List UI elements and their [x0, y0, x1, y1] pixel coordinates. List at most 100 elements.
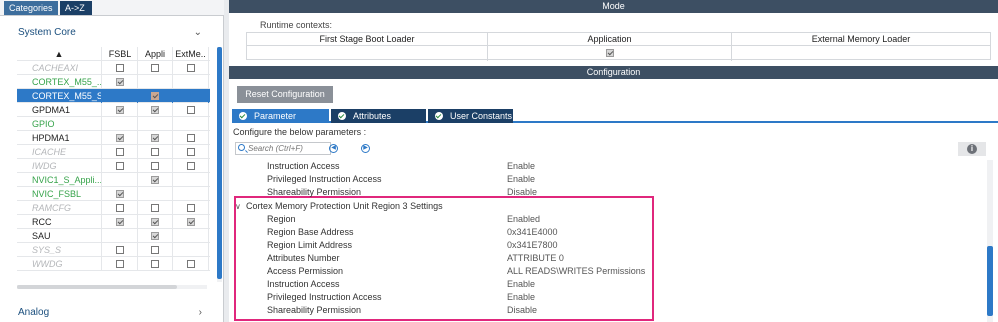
context-checkbox-appli[interactable] [151, 92, 159, 100]
context-checkbox-ext[interactable] [187, 148, 195, 156]
tab-attributes-settings[interactable]: Attributes Settings [331, 109, 426, 135]
context-checkbox-appli[interactable] [151, 162, 159, 170]
context-checkbox-ext[interactable] [187, 260, 195, 268]
search-next-button[interactable]: ▶ [361, 144, 370, 153]
peripheral-name[interactable]: ICACHE [17, 145, 102, 159]
peripheral-name[interactable]: CORTEX_M55_S [17, 89, 102, 103]
section-analog[interactable]: Analog › [0, 302, 224, 322]
context-checkbox-appli[interactable] [151, 106, 159, 114]
context-checkbox-appli[interactable] [151, 204, 159, 212]
table-row[interactable]: HPDMA1 [17, 131, 210, 145]
parameter-row[interactable]: Access Permission ALL READS\WRITES Permis… [229, 265, 984, 278]
table-row[interactable]: NVIC1_S_Appli... [17, 173, 210, 187]
context-checkbox-fsbl[interactable] [116, 64, 124, 72]
context-checkbox-ext[interactable] [187, 64, 195, 72]
peripheral-name[interactable]: HPDMA1 [17, 131, 102, 145]
parameter-value[interactable]: Enable [507, 291, 535, 304]
context-checkbox-fsbl[interactable] [116, 204, 124, 212]
scrollbar-thumb[interactable] [987, 246, 993, 316]
peripheral-name[interactable]: CORTEX_M55_.. [17, 75, 102, 89]
table-row[interactable]: IWDG [17, 159, 210, 173]
parameter-row[interactable]: Attributes Number ATTRIBUTE 0 [229, 252, 984, 265]
parameter-row[interactable]: Instruction Access Enable [229, 160, 984, 173]
context-checkbox-appli[interactable] [151, 218, 159, 226]
context-checkbox-ext[interactable] [187, 204, 195, 212]
tab-user-constants[interactable]: User Constants [428, 109, 513, 123]
horizontal-scrollbar[interactable] [17, 285, 207, 289]
context-checkbox-appli[interactable] [151, 246, 159, 254]
parameter-value[interactable]: Disable [507, 304, 537, 317]
context-checkbox-fsbl[interactable] [116, 106, 124, 114]
parameter-row[interactable]: Region Enabled [229, 213, 984, 226]
tab-a-to-z[interactable]: A->Z [60, 1, 92, 15]
table-row[interactable]: GPIO [17, 117, 210, 131]
context-checkbox-fsbl[interactable] [116, 190, 124, 198]
parameter-value[interactable]: ALL READS\WRITES Permissions [507, 265, 645, 278]
table-row[interactable]: NVIC_FSBL [17, 187, 210, 201]
peripheral-name[interactable]: GPIO [17, 117, 102, 131]
section-system-core[interactable]: System Core ⌄ [0, 22, 224, 44]
peripheral-name[interactable]: GPDMA1 [17, 103, 102, 117]
peripheral-name[interactable]: NVIC_FSBL [17, 187, 102, 201]
context-checkbox-ext[interactable] [187, 162, 195, 170]
peripheral-name[interactable]: SAU [17, 229, 102, 243]
parameter-scrollbar[interactable] [987, 160, 993, 322]
info-button[interactable]: i [958, 142, 986, 156]
context-checkbox-appli[interactable] [151, 176, 159, 184]
context-checkbox-fsbl[interactable] [116, 134, 124, 142]
parameter-value[interactable]: Enable [507, 160, 535, 173]
parameter-row[interactable]: Shareability Permission Disable [229, 186, 984, 199]
peripheral-name[interactable]: IWDG [17, 159, 102, 173]
table-row[interactable]: GPDMA1 [17, 103, 210, 117]
search-field[interactable] [235, 142, 331, 155]
context-checkbox-fsbl[interactable] [116, 148, 124, 156]
context-checkbox-ext[interactable] [187, 218, 195, 226]
parameter-value[interactable]: Enable [507, 278, 535, 291]
parameter-value[interactable]: ATTRIBUTE 0 [507, 252, 564, 265]
parameter-value[interactable]: Disable [507, 186, 537, 199]
context-checkbox-fsbl[interactable] [116, 260, 124, 268]
sort-icon[interactable]: ▲ [17, 47, 102, 61]
parameter-row[interactable]: Region Limit Address 0x341E7800 [229, 239, 984, 252]
table-row[interactable]: ICACHE [17, 145, 210, 159]
context-checkbox-appli[interactable] [151, 260, 159, 268]
search-input[interactable] [248, 143, 328, 154]
table-row[interactable]: SAU [17, 229, 210, 243]
parameter-row[interactable]: Shareability Permission Disable [229, 304, 984, 317]
table-row[interactable]: CACHEAXI [17, 61, 210, 75]
scrollbar-thumb[interactable] [217, 47, 222, 279]
reset-configuration-button[interactable]: Reset Configuration [237, 86, 333, 103]
chevron-down-icon[interactable]: ⌄ [194, 22, 202, 44]
parameter-value[interactable]: 0x341E4000 [507, 226, 558, 239]
context-checkbox-ext[interactable] [187, 134, 195, 142]
parameter-value[interactable]: 0x341E7800 [507, 239, 558, 252]
context-checkbox-ext[interactable] [187, 106, 195, 114]
search-previous-button[interactable]: ◀ [329, 144, 338, 153]
context-checkbox-fsbl[interactable] [116, 162, 124, 170]
context-checkbox-fsbl[interactable] [116, 218, 124, 226]
tab-parameter-settings[interactable]: Parameter Settings [232, 109, 329, 135]
context-application-checkbox[interactable] [605, 49, 614, 57]
parameter-row[interactable]: Privileged Instruction Access Enable [229, 173, 984, 186]
context-checkbox-appli[interactable] [151, 232, 159, 240]
peripheral-name[interactable]: WWDG [17, 257, 102, 271]
table-row[interactable]: WWDG [17, 257, 210, 271]
context-checkbox-appli[interactable] [151, 134, 159, 142]
table-row[interactable]: CORTEX_M55_S [17, 89, 210, 103]
scrollbar-thumb[interactable] [17, 285, 177, 289]
parameter-row[interactable]: Instruction Access Enable [229, 278, 984, 291]
chevron-right-icon[interactable]: › [199, 302, 202, 322]
vertical-scrollbar[interactable] [217, 47, 222, 282]
peripheral-name[interactable]: RAMCFG [17, 201, 102, 215]
peripheral-name[interactable]: NVIC1_S_Appli... [17, 173, 102, 187]
table-row[interactable]: CORTEX_M55_.. [17, 75, 210, 89]
context-checkbox-appli[interactable] [151, 64, 159, 72]
peripheral-name[interactable]: RCC [17, 215, 102, 229]
table-row[interactable]: RCC [17, 215, 210, 229]
parameter-row[interactable]: Privileged Instruction Access Enable [229, 291, 984, 304]
table-row[interactable]: SYS_S [17, 243, 210, 257]
peripheral-name[interactable]: SYS_S [17, 243, 102, 257]
tab-categories[interactable]: Categories [4, 1, 58, 15]
parameter-row[interactable]: Region Base Address 0x341E4000 [229, 226, 984, 239]
peripheral-name[interactable]: CACHEAXI [17, 61, 102, 75]
